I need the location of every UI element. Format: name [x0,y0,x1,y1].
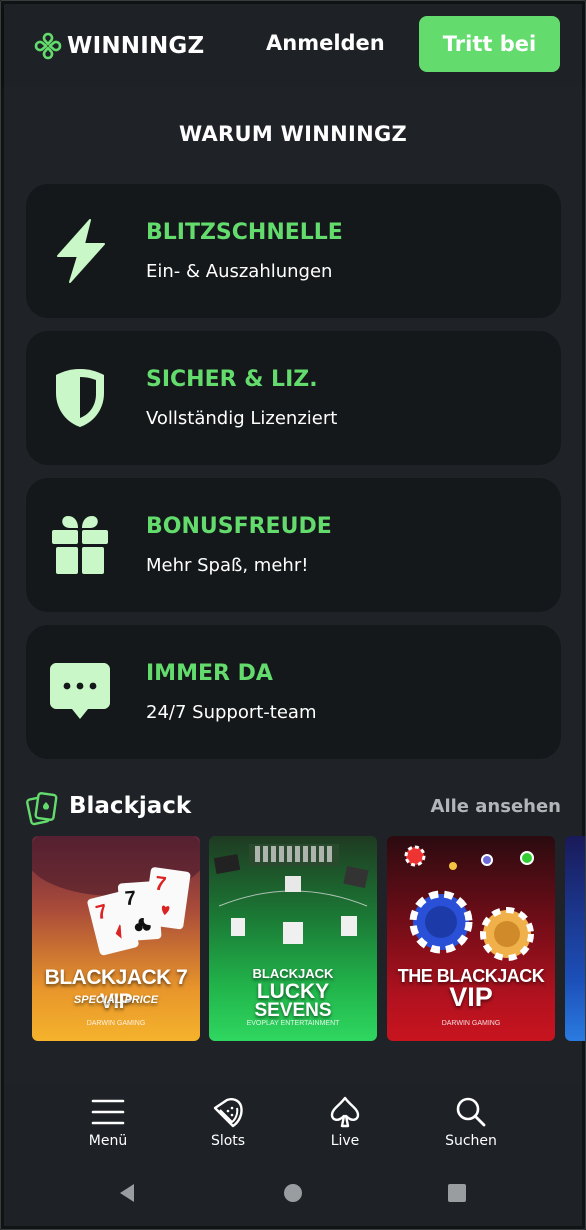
feature-subtitle: Vollständig Lizenziert [146,408,338,429]
blackjack-title: Blackjack [69,793,192,819]
recents-icon[interactable] [446,1182,468,1204]
back-icon[interactable] [116,1182,138,1204]
nav-item-menu[interactable]: Menü [63,1096,153,1149]
menu-icon [91,1099,125,1125]
game-title: BLACKJACK 7 VIP [44,966,188,1013]
game-subtitle: SEVENS [254,1000,332,1021]
game-tile[interactable]: BLACKJACK LUCKY SEVENS EVOPLAY ENTERTAIN… [209,836,377,1041]
game-studio: EVOPLAY ENTERTAINMENT [246,1020,340,1027]
bottom-nav: Menü Slots Live Suchen [4,1084,582,1164]
nav-label: Suchen [445,1133,497,1149]
feature-card-bonus: BONUSFREUDE Mehr Spaß, mehr! [26,478,561,612]
game-tile[interactable]: 7 7 7 BLACKJACK 7 VIP SPECIAL PRICE DARW… [32,836,200,1041]
blackjack-section-header: Blackjack Alle ansehen [26,788,561,828]
main-content: WARUM WINNINGZ BLITZSCHNELLE Ein- & Ausz… [4,86,586,1084]
shield-icon [56,369,104,427]
login-link[interactable]: Anmelden [266,31,385,55]
join-button[interactable]: Tritt bei [419,16,560,72]
nav-label: Menü [88,1133,128,1149]
home-icon[interactable] [282,1182,304,1204]
feature-subtitle: 24/7 Support-team [146,702,317,723]
game-studio: DARWIN GAMING [86,1020,146,1027]
feature-title: BONUSFREUDE [146,514,332,539]
feature-title: IMMER DA [146,661,273,686]
section-title: WARUM WINNINGZ [178,122,408,146]
svg-text:7: 7 [124,887,137,910]
nav-item-slots[interactable]: Slots [183,1096,273,1149]
gift-icon [52,516,108,574]
game-subtitle: SPECIAL PRICE [73,994,159,1006]
feature-title: SICHER & LIZ. [146,367,318,392]
feature-card-secure: SICHER & LIZ. Vollständig Lizenziert [26,331,561,465]
logo-text: WINNINGZ [67,33,205,59]
game-title: BLACKJACK [252,966,334,981]
top-header: WINNINGZ Anmelden Tritt bei [4,4,582,86]
see-all-link[interactable]: Alle ansehen [431,796,561,817]
feature-card-support: IMMER DA 24/7 Support-team [26,625,561,759]
spade-icon [330,1096,360,1128]
game-tile-partial[interactable] [565,836,586,1041]
nav-label: Live [330,1133,360,1149]
clover-logo-icon [34,32,62,60]
system-navigation-bar [4,1164,582,1226]
feature-title: BLITZSCHNELLE [146,220,343,245]
feature-subtitle: Mehr Spaß, mehr! [146,555,309,576]
search-icon [456,1097,486,1127]
watermelon-icon [213,1098,243,1128]
nav-item-live[interactable]: Live [300,1096,390,1149]
playing-cards-icon [26,792,58,826]
game-tile[interactable]: THE BLACKJACK VIP DARWIN GAMING [387,836,555,1041]
lightning-icon [57,219,105,283]
feature-card-fast-payments: BLITZSCHNELLE Ein- & Auszahlungen [26,184,561,318]
nav-item-search[interactable]: Suchen [426,1096,516,1149]
logo[interactable]: WINNINGZ [32,30,204,62]
chat-bubble-icon [50,663,110,719]
feature-subtitle: Ein- & Auszahlungen [146,261,333,282]
game-studio: DARWIN GAMING [441,1020,501,1027]
game-subtitle: VIP [449,982,493,1012]
nav-label: Slots [210,1133,246,1149]
